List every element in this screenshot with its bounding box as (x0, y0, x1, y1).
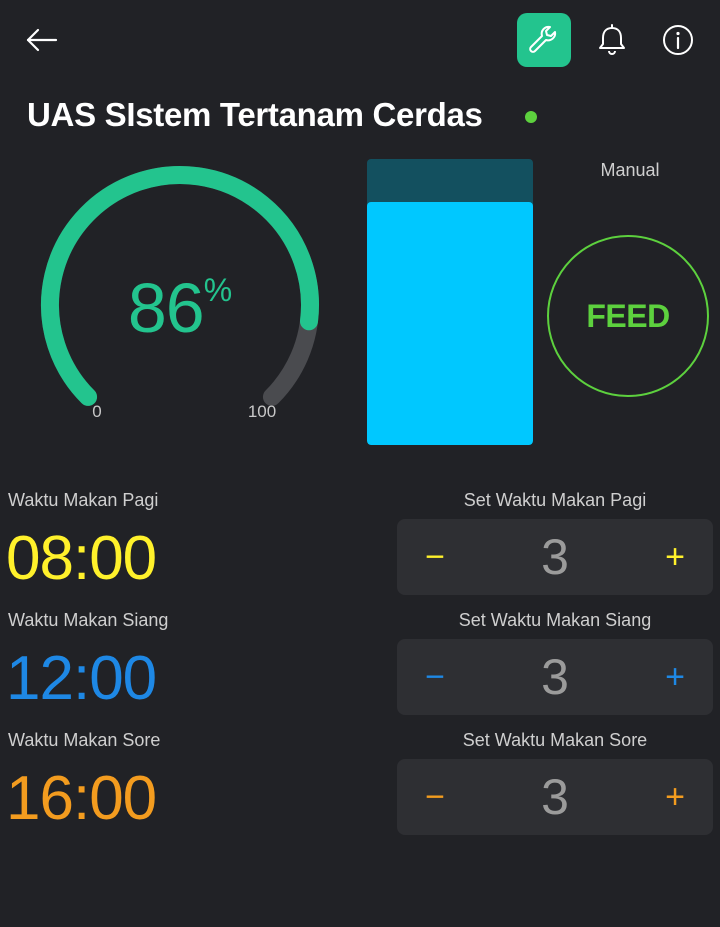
arrow-left-icon (26, 28, 58, 52)
evening-feed-stepper: − 3 + (397, 759, 713, 835)
midday-stepper-value: 3 (541, 649, 569, 705)
gauge-min-label: 0 (92, 402, 102, 421)
morning-set-label: Set Waktu Makan Pagi (463, 490, 647, 510)
manual-label: Manual (600, 160, 660, 180)
evening-decrement-button[interactable]: − (397, 759, 473, 835)
evening-feed-time: 16:00 (6, 764, 157, 833)
midday-feed-time: 12:00 (6, 644, 157, 713)
morning-feed-label: Waktu Makan Pagi (8, 490, 159, 510)
gauge-readout: 86% (30, 268, 330, 348)
online-status-indicator (525, 111, 537, 123)
morning-decrement-button[interactable]: − (397, 519, 473, 595)
notifications-button[interactable] (592, 20, 632, 60)
feed-button[interactable]: FEED (547, 235, 709, 397)
morning-feed-time: 08:00 (6, 524, 157, 593)
morning-stepper-value: 3 (541, 529, 569, 585)
page-title: UAS SIstem Tertanam Cerdas (27, 96, 483, 133)
gauge-max-label: 100 (247, 402, 277, 421)
morning-feed-stepper: − 3 + (397, 519, 713, 595)
gauge-unit: % (203, 272, 233, 308)
midday-set-label: Set Waktu Makan Siang (458, 610, 652, 630)
level-bar-fill (367, 201, 533, 445)
midday-feed-stepper: − 3 + (397, 639, 713, 715)
device-settings-button[interactable] (517, 13, 571, 67)
evening-stepper-value: 3 (541, 769, 569, 825)
evening-feed-label: Waktu Makan Sore (8, 730, 161, 750)
evening-increment-button[interactable]: + (637, 759, 713, 835)
info-icon (663, 25, 693, 55)
info-button[interactable] (658, 20, 698, 60)
midday-decrement-button[interactable]: − (397, 639, 473, 715)
wrench-icon (529, 25, 557, 53)
midday-feed-label: Waktu Makan Siang (8, 610, 169, 630)
level-bar (367, 159, 533, 445)
morning-increment-button[interactable]: + (637, 519, 713, 595)
bell-icon (599, 24, 625, 55)
gauge-value: 86 (127, 269, 205, 347)
evening-set-label: Set Waktu Makan Sore (462, 730, 648, 750)
back-button[interactable] (22, 22, 62, 58)
midday-increment-button[interactable]: + (637, 639, 713, 715)
